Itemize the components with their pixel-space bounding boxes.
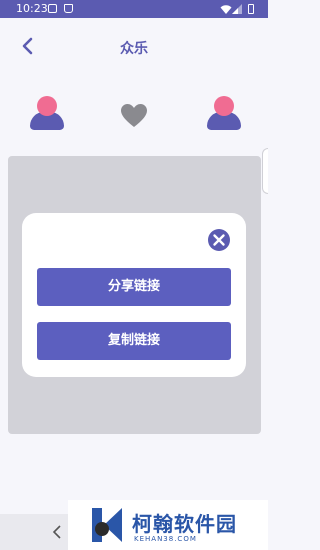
- battery-icon: [248, 4, 254, 14]
- status-bar: 10:23: [0, 0, 268, 18]
- watermark: 柯翰软件园 KEHAN38.COM: [68, 500, 268, 550]
- bag-icon: [64, 4, 73, 13]
- copy-link-button[interactable]: 复制链接: [37, 322, 231, 360]
- logo-icon: [92, 508, 122, 542]
- heart-icon: [121, 104, 147, 127]
- close-button[interactable]: [208, 229, 230, 251]
- status-time: 10:23: [16, 2, 48, 15]
- share-link-button[interactable]: 分享链接: [37, 268, 231, 306]
- edge-handle[interactable]: [262, 148, 268, 194]
- signal-icon: [232, 4, 242, 14]
- wifi-icon: [220, 5, 232, 14]
- share-dialog: 分享链接 复制链接: [22, 213, 246, 377]
- watermark-name: 柯翰软件园: [132, 512, 237, 536]
- nav-back-icon[interactable]: [50, 524, 66, 540]
- close-icon: [213, 234, 225, 246]
- avatar-icon: [207, 96, 241, 136]
- watermark-url: KEHAN38.COM: [134, 535, 197, 543]
- image-icon: [48, 4, 57, 13]
- avatar-icon: [30, 96, 64, 136]
- app-bar: 众乐: [0, 18, 268, 74]
- page-title: 众乐: [120, 41, 148, 57]
